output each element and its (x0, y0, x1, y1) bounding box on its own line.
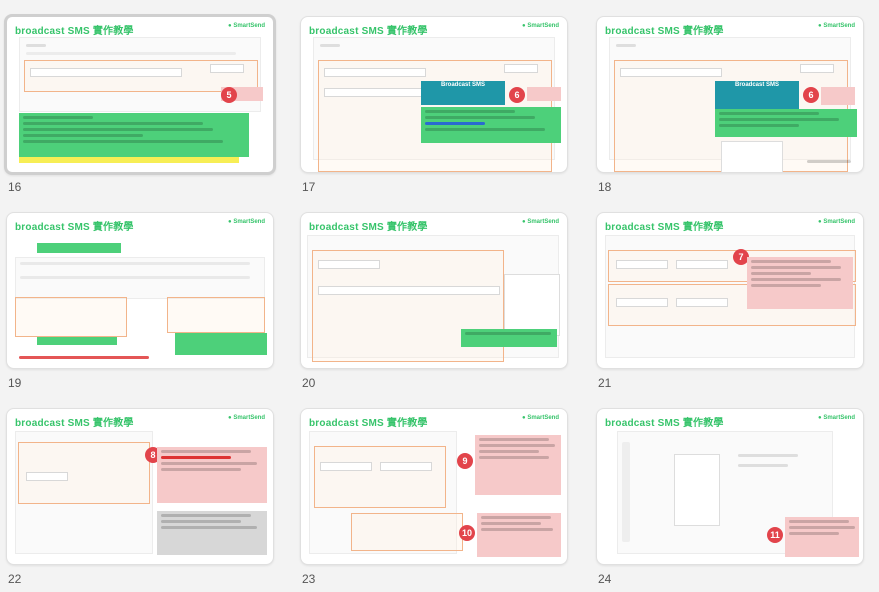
brand-logo: SmartSend (228, 23, 265, 29)
slide-number: 22 (8, 572, 22, 586)
brand-logo: SmartSend (522, 23, 559, 29)
brand-logo: SmartSend (228, 415, 265, 421)
note-text (803, 157, 853, 166)
note-box (475, 435, 561, 495)
slide-title: broadcast SMS 實作教學 (605, 26, 724, 37)
dropdown-menu (504, 274, 560, 336)
slide-number: 16 (8, 180, 22, 194)
step-badge: 6 (803, 87, 819, 103)
note-box (747, 257, 853, 309)
step-badge: 9 (457, 453, 473, 469)
phone-preview (674, 454, 720, 526)
slide-title: broadcast SMS 實作教學 (605, 418, 724, 429)
step-badge: 11 (767, 527, 783, 543)
instruction-box (461, 329, 557, 347)
callout-title: Broadcast SMS (421, 81, 505, 105)
brand-logo: SmartSend (818, 415, 855, 421)
slide-title: broadcast SMS 實作教學 (15, 222, 134, 233)
note-box (157, 447, 267, 503)
slide-card[interactable]: broadcast SMS 實作教學 SmartSend 8 (6, 408, 274, 565)
slide-grid: broadcast SMS 實作教學 SmartSend 5 16 (0, 0, 879, 592)
note-box-2 (477, 513, 561, 557)
slide-title: broadcast SMS 實作教學 (309, 418, 428, 429)
warning-text (15, 353, 155, 362)
slide-number: 17 (302, 180, 316, 194)
highlight-note (19, 157, 239, 163)
slide-card[interactable]: broadcast SMS 實作教學 SmartSend Broadcast S… (596, 16, 864, 173)
brand-logo: SmartSend (522, 415, 559, 421)
slide-number: 19 (8, 376, 22, 390)
slide-card[interactable]: broadcast SMS 實作教學 SmartSend 9 10 (300, 408, 568, 565)
slide-card[interactable]: broadcast SMS 實作教學 SmartSend 11 (596, 408, 864, 565)
note-box (785, 517, 859, 557)
step-badge: 6 (509, 87, 525, 103)
slide-number: 18 (598, 180, 612, 194)
screenshot-pane (15, 257, 265, 299)
instruction-box (421, 107, 561, 143)
instruction-box (19, 113, 249, 157)
brand-logo: SmartSend (818, 23, 855, 29)
step-badge: 5 (221, 87, 237, 103)
slide-card[interactable]: broadcast SMS 實作教學 SmartSend (300, 212, 568, 369)
tip-box (157, 511, 267, 555)
slide-title: broadcast SMS 實作教學 (605, 222, 724, 233)
brand-logo: SmartSend (228, 219, 265, 225)
slide-title: broadcast SMS 實作教學 (15, 418, 134, 429)
slide-card[interactable]: broadcast SMS 實作教學 SmartSend 7 (596, 212, 864, 369)
slide-number: 23 (302, 572, 316, 586)
slide-title: broadcast SMS 實作教學 (309, 222, 428, 233)
step-badge-2: 10 (459, 525, 475, 541)
slide-title: broadcast SMS 實作教學 (309, 26, 428, 37)
slide-card[interactable]: broadcast SMS 實作教學 SmartSend 5 (4, 14, 276, 175)
slide-title: broadcast SMS 實作教學 (15, 26, 134, 37)
slide-number: 21 (598, 376, 612, 390)
slide-number: 24 (598, 572, 612, 586)
screenshot-pane (15, 431, 153, 554)
data-table (721, 141, 783, 172)
instruction-box (715, 109, 857, 137)
slide-card[interactable]: broadcast SMS 實作教學 SmartSend Broadcast S… (300, 16, 568, 173)
callout-title: Broadcast SMS (715, 81, 799, 109)
slide-number: 20 (302, 376, 316, 390)
brand-logo: SmartSend (818, 219, 855, 225)
brand-logo: SmartSend (522, 219, 559, 225)
slide-card[interactable]: broadcast SMS 實作教學 SmartSend (6, 212, 274, 369)
